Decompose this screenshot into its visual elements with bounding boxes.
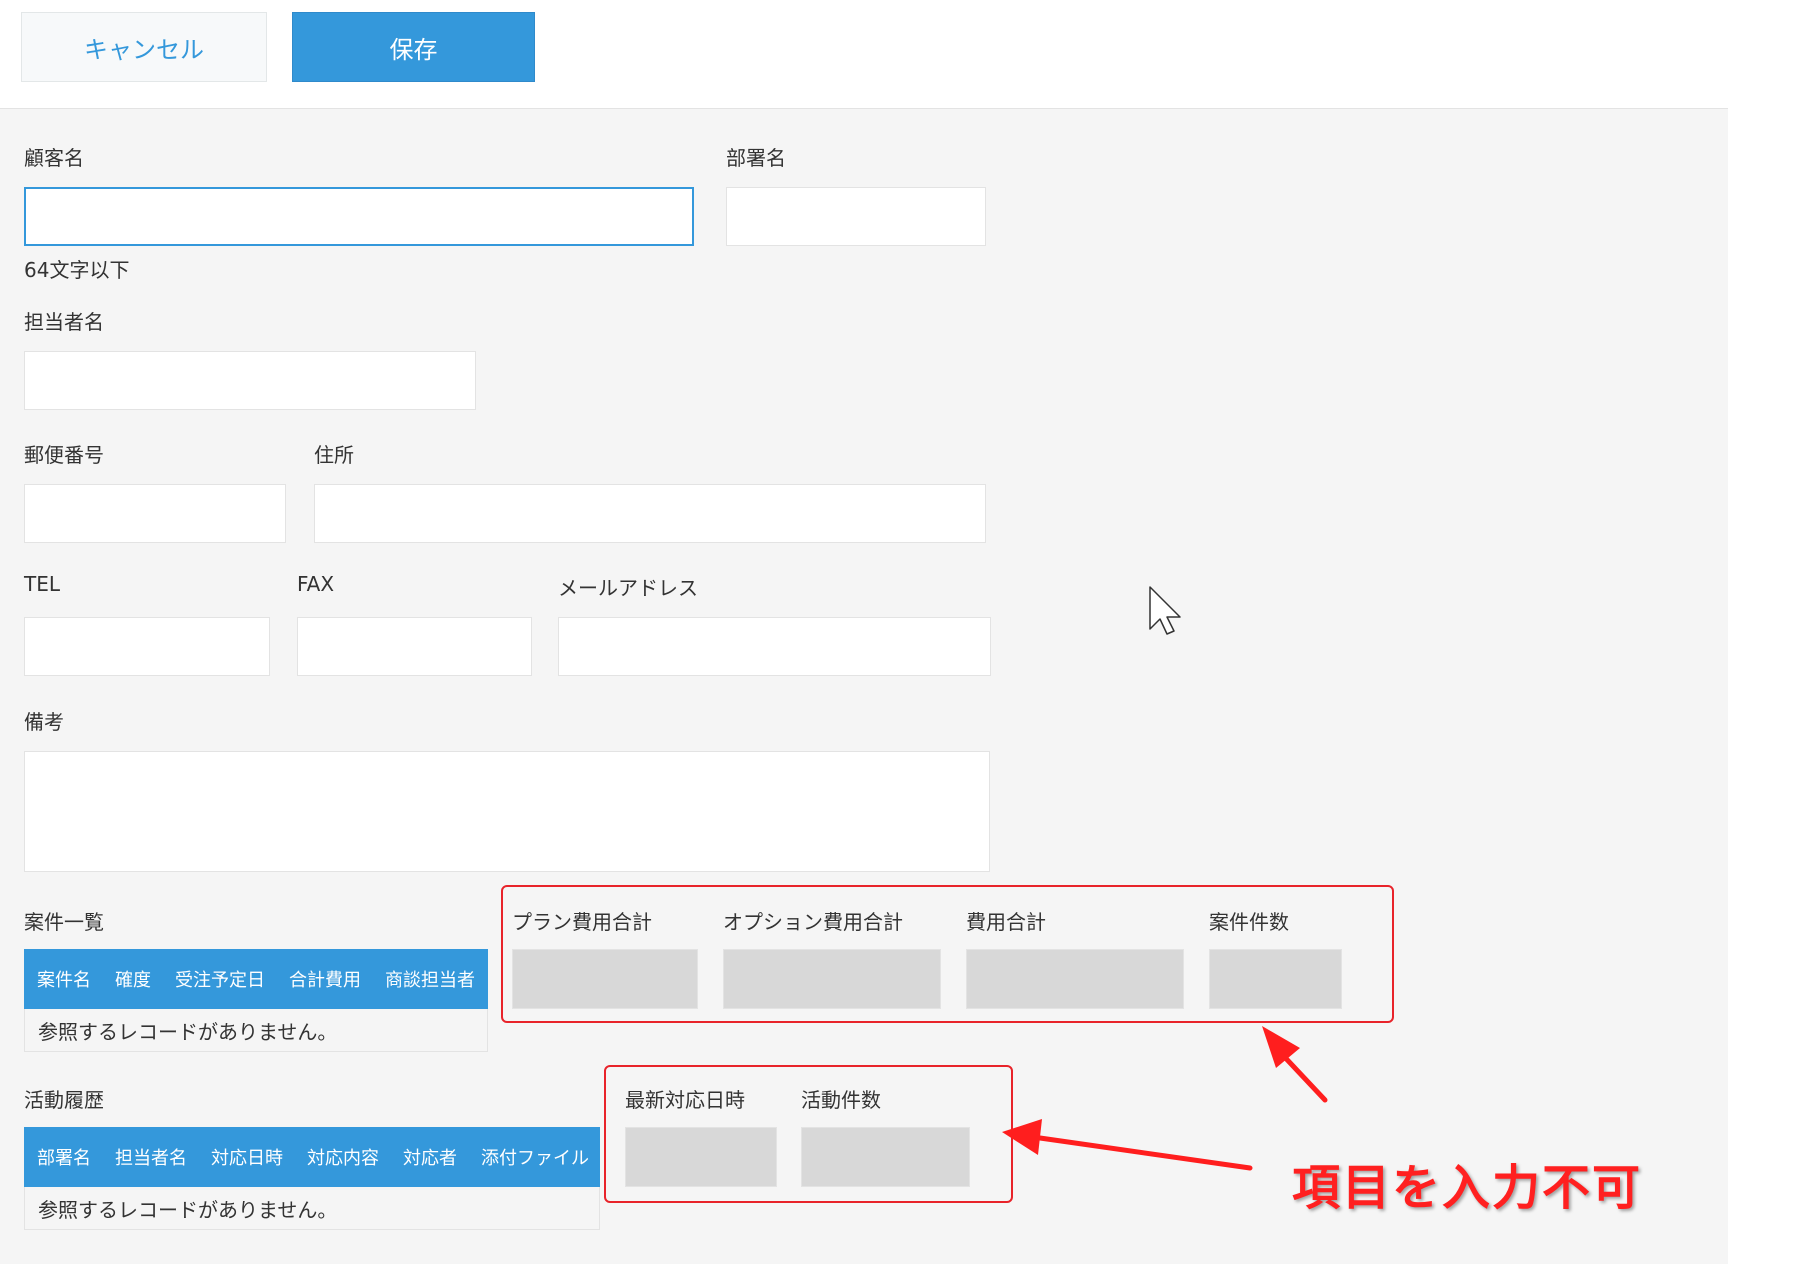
annotation-text: 項目を入力不可: [1292, 1160, 1643, 1216]
activity-column-header: 対応内容: [307, 1148, 379, 1169]
cancel-button[interactable]: キャンセル: [21, 12, 267, 82]
deal-count-label: 案件件数: [1209, 910, 1289, 934]
fax-label: FAX: [297, 572, 335, 596]
option-cost-total-field: [723, 949, 941, 1009]
latest-response-field: [625, 1127, 777, 1187]
activity-empty-message: 参照するレコードがありません。: [24, 1187, 600, 1230]
activity-column-header: 部署名: [37, 1148, 91, 1169]
activity-column-header: 対応日時: [211, 1148, 283, 1169]
record-form: 顧客名 64文字以下 部署名 担当者名 郵便番号 住所 TEL FAX メールア…: [0, 109, 1728, 1264]
postal-code-input[interactable]: [24, 484, 286, 543]
deals-column-header: 確度: [115, 970, 151, 991]
address-input[interactable]: [314, 484, 986, 543]
department-label: 部署名: [726, 146, 786, 170]
tel-label: TEL: [24, 572, 60, 596]
deals-table-header: 案件名 確度 受注予定日 合計費用 商談担当者: [24, 949, 488, 1009]
customer-name-hint: 64文字以下: [24, 258, 130, 282]
deals-column-header: 合計費用: [289, 970, 361, 991]
activity-count-field: [801, 1127, 970, 1187]
activity-table-label: 活動履歴: [24, 1088, 104, 1112]
deal-count-field: [1209, 949, 1342, 1009]
fax-input[interactable]: [297, 617, 532, 676]
address-label: 住所: [314, 443, 354, 467]
form-toolbar: キャンセル 保存: [0, 0, 1728, 109]
activity-column-header: 対応者: [403, 1148, 457, 1169]
deals-column-header: 案件名: [37, 970, 91, 991]
notes-textarea[interactable]: [24, 751, 990, 872]
save-button[interactable]: 保存: [292, 12, 535, 82]
contact-person-input[interactable]: [24, 351, 476, 410]
notes-label: 備考: [24, 710, 64, 734]
latest-response-label: 最新対応日時: [625, 1088, 745, 1112]
plan-cost-total-label: プラン費用合計: [512, 910, 652, 934]
deals-table-label: 案件一覧: [24, 910, 104, 934]
activity-column-header: 添付ファイル: [481, 1148, 589, 1169]
cost-total-field: [966, 949, 1184, 1009]
email-label: メールアドレス: [558, 576, 698, 600]
email-input[interactable]: [558, 617, 991, 676]
option-cost-total-label: オプション費用合計: [723, 910, 903, 934]
department-input[interactable]: [726, 187, 986, 246]
customer-name-input[interactable]: [24, 187, 694, 246]
tel-input[interactable]: [24, 617, 270, 676]
deals-empty-message: 参照するレコードがありません。: [24, 1009, 488, 1052]
plan-cost-total-field: [512, 949, 698, 1009]
cost-total-label: 費用合計: [966, 910, 1046, 934]
deals-column-header: 受注予定日: [175, 970, 265, 991]
deals-column-header: 商談担当者: [385, 970, 475, 991]
activity-table-header: 部署名 担当者名 対応日時 対応内容 対応者 添付ファイル: [24, 1127, 600, 1187]
activity-column-header: 担当者名: [115, 1148, 187, 1169]
activity-count-label: 活動件数: [801, 1088, 881, 1112]
postal-code-label: 郵便番号: [24, 443, 104, 467]
contact-person-label: 担当者名: [24, 310, 104, 334]
customer-name-label: 顧客名: [24, 146, 84, 170]
